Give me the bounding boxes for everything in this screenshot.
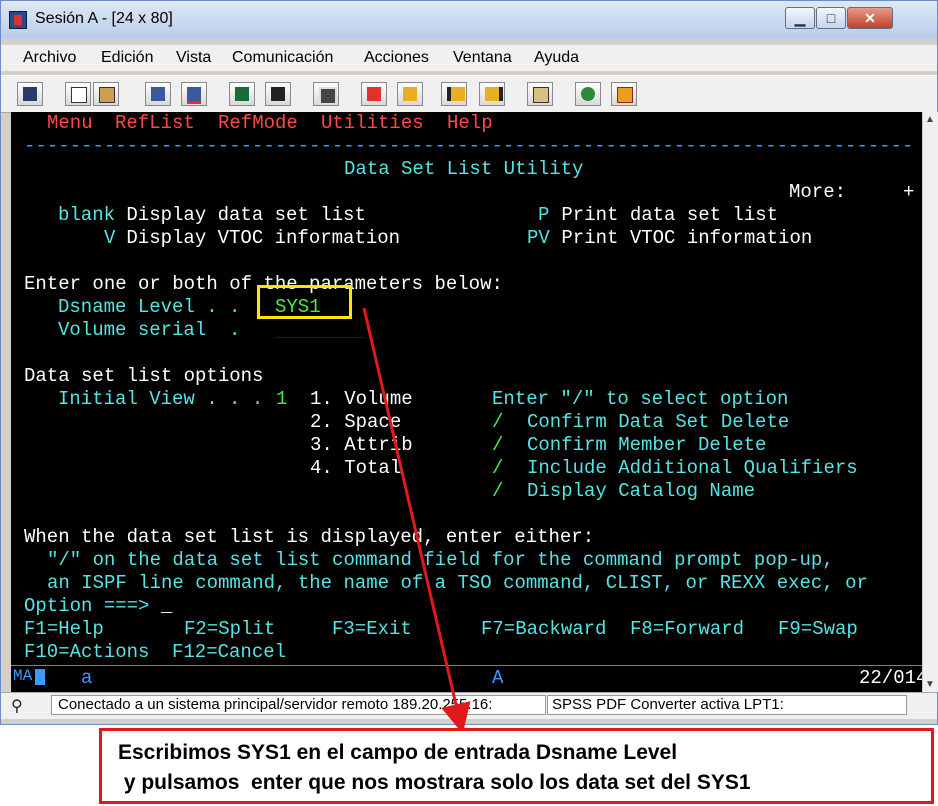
send-icon[interactable] (145, 82, 171, 106)
fkey-f9[interactable]: F9=Swap (778, 618, 858, 640)
fkey-f1[interactable]: F1=Help (24, 618, 104, 640)
help-line-3: an ISPF line command, the name of a TSO … (47, 572, 868, 594)
connection-icon: ⚲ (11, 698, 23, 715)
term-menu-reflist[interactable]: RefList (115, 112, 195, 134)
status-position: 22/014 (859, 667, 928, 689)
fkey-f3[interactable]: F3=Exit (332, 618, 412, 640)
opt-blank-text: Display data set list (115, 204, 366, 226)
check-mark-delete[interactable]: / (492, 411, 503, 433)
check-label-delete: Confirm Data Set Delete (527, 411, 790, 433)
fkey-f7[interactable]: F7=Backward (481, 618, 606, 640)
volume-label: Volume serial . (58, 319, 241, 341)
menu-ventana[interactable]: Ventana (453, 49, 512, 67)
globe-icon[interactable] (575, 82, 601, 106)
opt-p-key: P (538, 204, 550, 226)
close-button[interactable]: ✕ (847, 7, 893, 29)
opt-pv-text: Print VTOC information (550, 227, 813, 249)
minimize-button[interactable]: ▁ (785, 7, 815, 29)
fkey-f12[interactable]: F12=Cancel (172, 641, 286, 663)
term-more: More: + (789, 181, 915, 203)
stop-macro-icon[interactable] (441, 82, 467, 106)
opt-p-text: Print data set list (550, 204, 779, 226)
terminal-status-row: MA a A 22/014 (11, 665, 927, 689)
fkey-f8[interactable]: F8=Forward (630, 618, 744, 640)
status-mid: A (492, 667, 504, 689)
dsl-options-title: Data set list options (24, 365, 264, 387)
dsname-label: Dsname Level . . (58, 296, 241, 318)
check-label-member: Confirm Member Delete (527, 434, 767, 456)
initial-view-input[interactable]: 1 (276, 388, 287, 410)
connection-status: Conectado a un sistema principal/servido… (51, 695, 546, 715)
keyboard-icon[interactable] (265, 82, 291, 106)
app-icon[interactable] (9, 11, 27, 29)
record-macro-icon[interactable] (361, 82, 387, 106)
fkey-f2[interactable]: F2=Split (184, 618, 275, 640)
fkey-f10[interactable]: F10=Actions (24, 641, 149, 663)
receive-icon[interactable] (181, 82, 207, 106)
dsname-highlight-box (257, 285, 352, 319)
menu-edicion[interactable]: Edición (101, 49, 153, 67)
terminal-emulator-window: Sesión A - [24 x 80] ▁ □ ✕ Archivo Edici… (0, 0, 938, 725)
check-mark-qualifiers[interactable]: / (492, 457, 503, 479)
copy-icon[interactable] (65, 82, 91, 106)
menu-ayuda[interactable]: Ayuda (534, 49, 579, 67)
annotation-line-1: Escribimos SYS1 en el campo de entrada D… (118, 741, 678, 764)
annotation-line-2: y pulsamos enter que nos mostrara solo l… (118, 771, 751, 794)
view-option-volume: 1. Volume (310, 388, 413, 410)
check-label-qualifiers: Include Additional Qualifiers (527, 457, 858, 479)
status-ma: MA (13, 667, 33, 685)
menu-archivo[interactable]: Archivo (23, 49, 76, 67)
initial-view-label: Initial View . . . (58, 388, 264, 410)
when-line: When the data set list is displayed, ent… (24, 526, 595, 548)
select-hint: Enter "/" to select option (492, 388, 789, 410)
window-title: Sesión A - [24 x 80] (35, 10, 173, 27)
opt-pv-key: PV (527, 227, 550, 249)
title-bar[interactable]: Sesión A - [24 x 80] ▁ □ ✕ (1, 1, 937, 39)
term-menu-help[interactable]: Help (447, 112, 493, 134)
view-option-total: 4. Total (310, 457, 402, 479)
play-macro-icon[interactable] (397, 82, 423, 106)
menu-vista[interactable]: Vista (176, 49, 211, 67)
macro-icon[interactable] (313, 82, 339, 106)
menu-comunicacion[interactable]: Comunicación (232, 49, 333, 67)
term-header: Data Set List Utility (344, 158, 584, 180)
term-menu-refmode[interactable]: RefMode (218, 112, 298, 134)
scroll-down-icon[interactable]: ▼ (925, 679, 935, 690)
view-option-space: 2. Space (310, 411, 402, 433)
terminal-screen[interactable]: Menu RefList RefMode Utilities Help ----… (11, 112, 927, 692)
print-screen-icon[interactable] (17, 82, 43, 106)
menu-acciones[interactable]: Acciones (364, 49, 429, 67)
toolbar (1, 75, 937, 113)
option-prompt: Option ===> (24, 595, 150, 617)
term-menu-menu[interactable]: Menu (47, 112, 93, 134)
status-cursor-block (35, 669, 45, 685)
paste-icon[interactable] (93, 82, 119, 106)
term-menu-utilities[interactable]: Utilities (321, 112, 424, 134)
printer-status: SPSS PDF Converter activa LPT1: (547, 695, 907, 715)
opt-v-key: V (104, 227, 116, 249)
option-cursor[interactable]: _ (161, 595, 172, 617)
menu-bar: Archivo Edición Vista Comunicación Accio… (1, 45, 937, 71)
annotation-note: Escribimos SYS1 en el campo de entrada D… (99, 728, 934, 804)
view-option-attrib: 3. Attrib (310, 434, 413, 456)
macro-settings-icon[interactable] (479, 82, 505, 106)
display-icon[interactable] (229, 82, 255, 106)
check-mark-member[interactable]: / (492, 434, 503, 456)
opt-v-text: Display VTOC information (115, 227, 401, 249)
status-a: a (81, 667, 93, 689)
term-separator: ----------------------------------------… (24, 135, 914, 157)
opt-blank-key: blank (58, 204, 116, 226)
check-label-catalog: Display Catalog Name (527, 480, 756, 502)
clipboard-icon[interactable] (527, 82, 553, 106)
maximize-button[interactable]: □ (816, 7, 846, 29)
vertical-scrollbar[interactable]: ▲ ▼ (922, 112, 938, 692)
check-mark-catalog[interactable]: / (492, 480, 503, 502)
help-line-2: "/" on the data set list command field f… (47, 549, 834, 571)
support-icon[interactable] (611, 82, 637, 106)
scroll-up-icon[interactable]: ▲ (925, 114, 935, 125)
volume-input[interactable] (275, 319, 365, 338)
status-bar: ⚲ Conectado a un sistema principal/servi… (1, 692, 937, 719)
